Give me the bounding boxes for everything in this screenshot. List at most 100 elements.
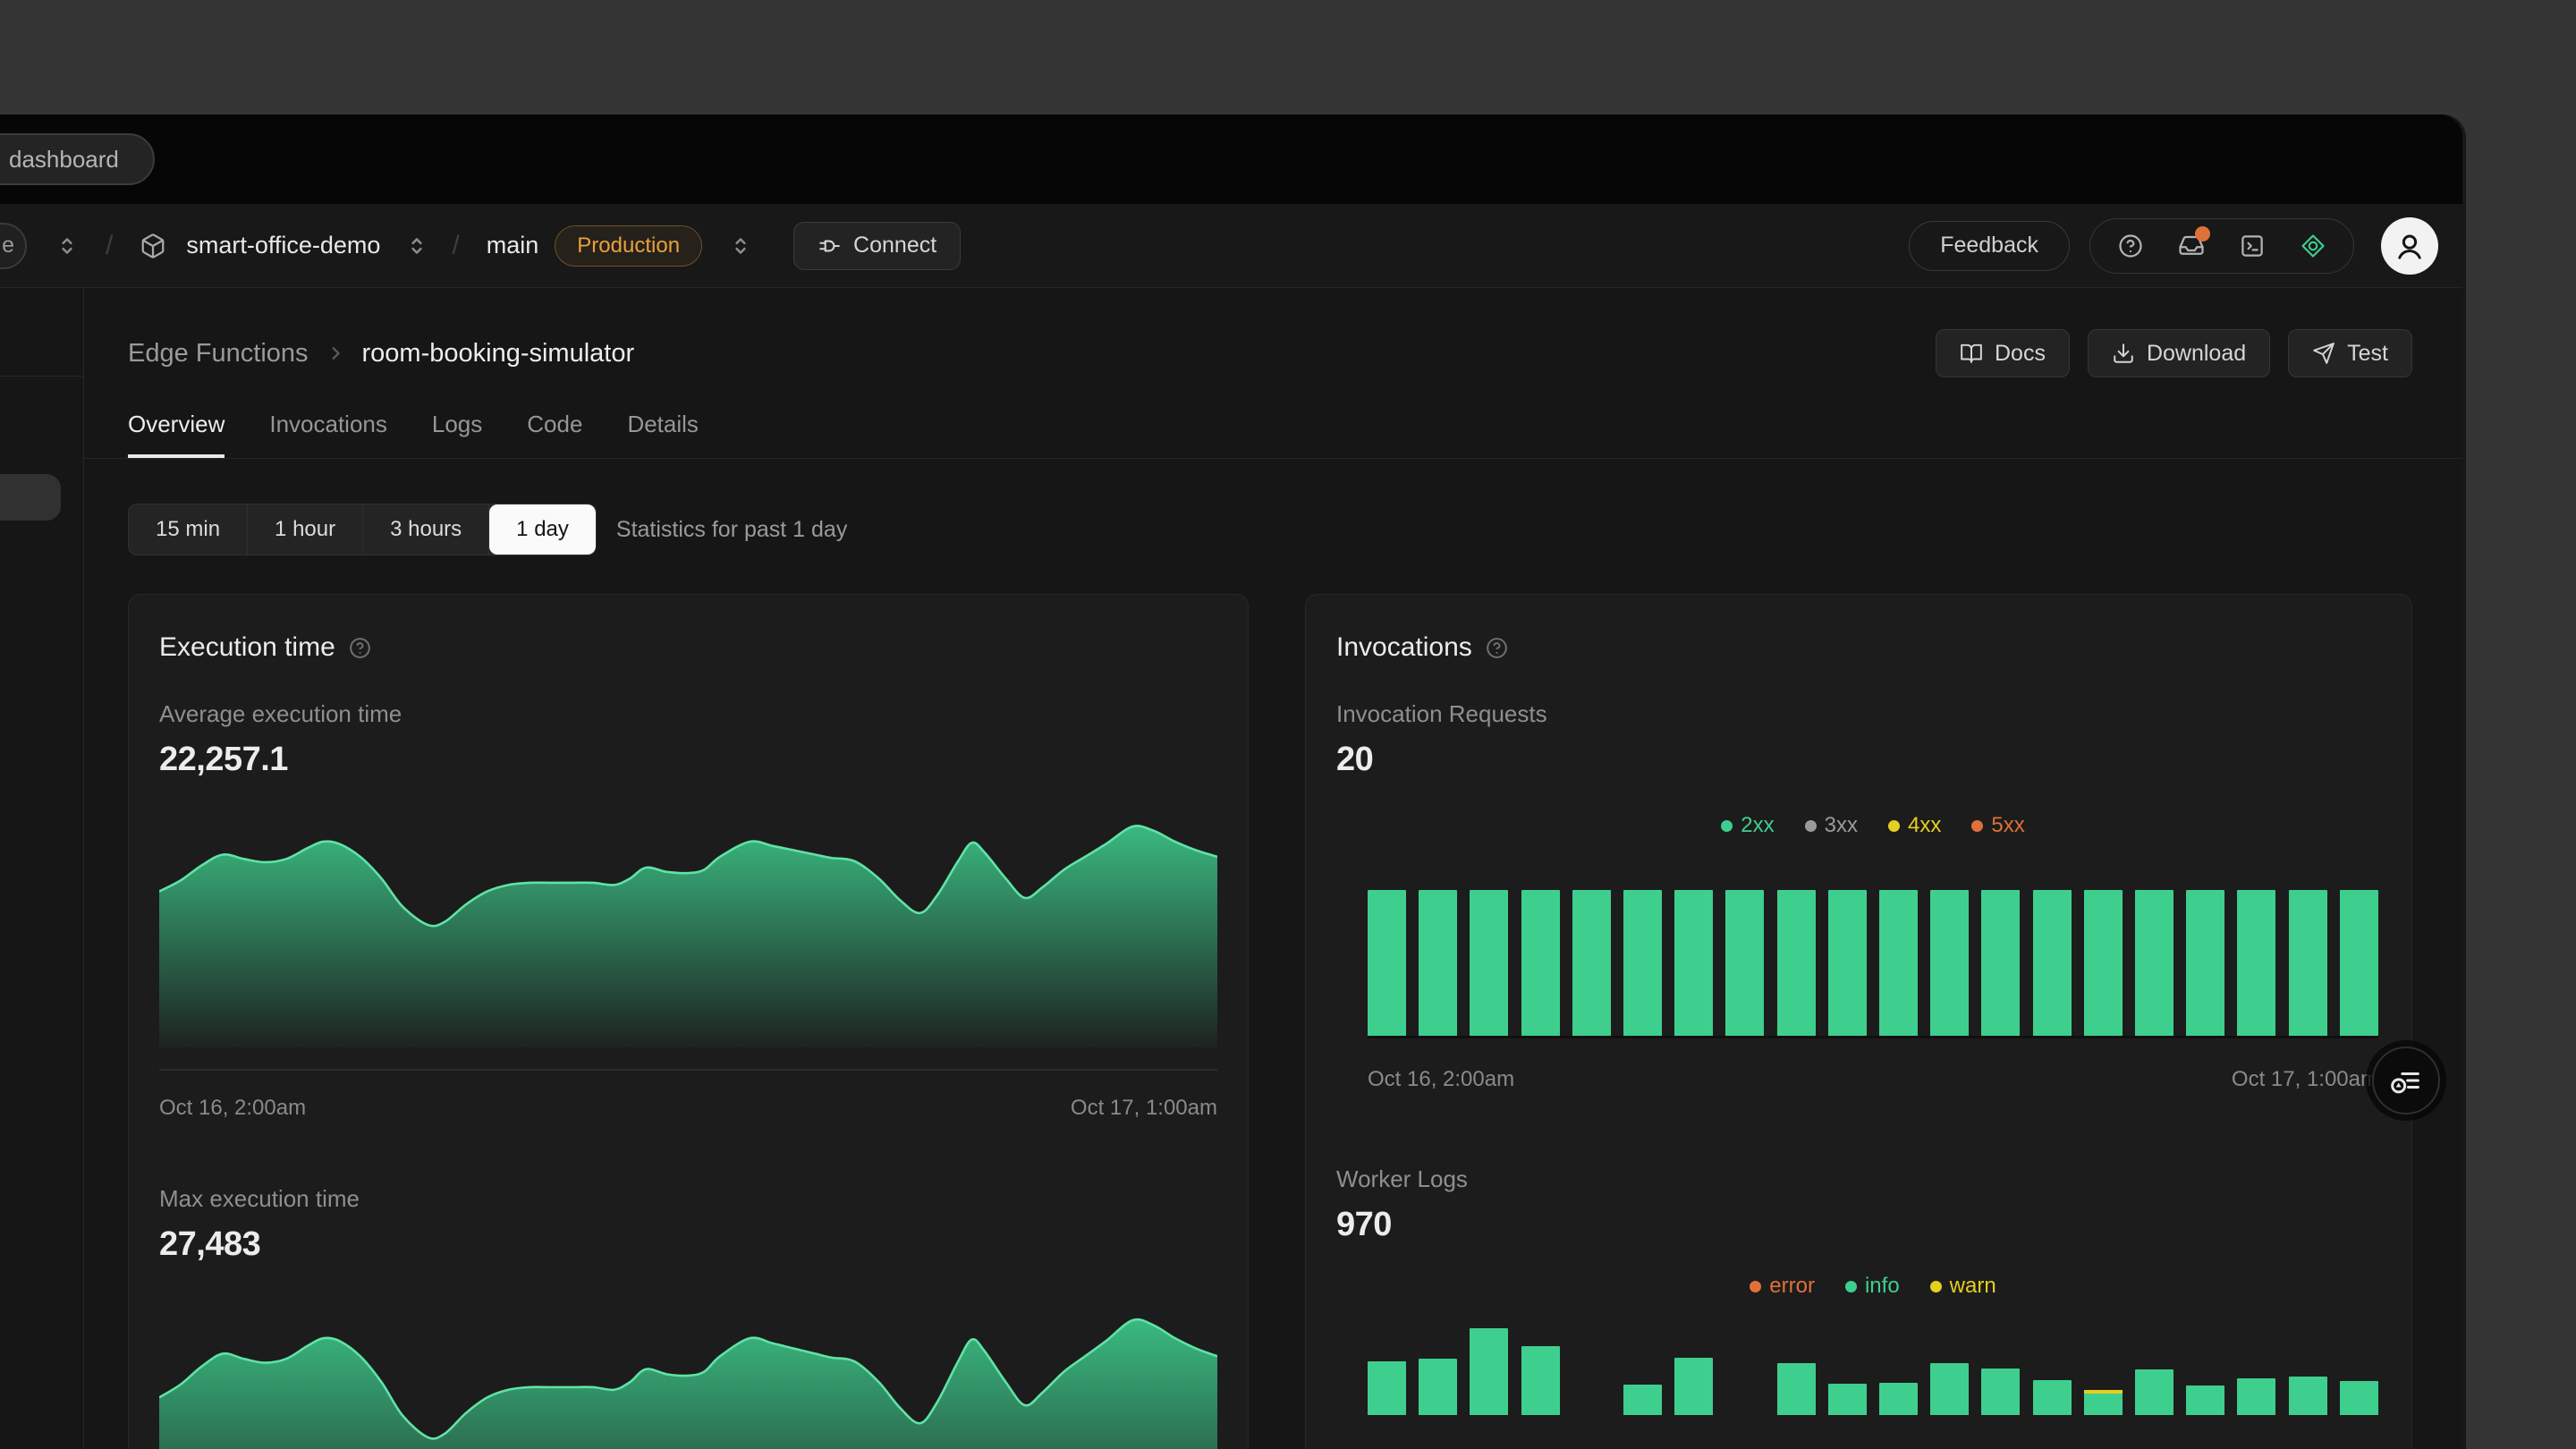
org-menu-pill-cutoff[interactable]: e bbox=[0, 223, 27, 269]
invocation-bar[interactable] bbox=[1470, 890, 1508, 1036]
project-switcher-chevrons-icon[interactable] bbox=[403, 233, 430, 259]
legend-item-3xx[interactable]: 3xx bbox=[1805, 813, 1858, 838]
tab-logs[interactable]: Logs bbox=[432, 411, 482, 458]
time-range-option-3-hours[interactable]: 3 hours bbox=[363, 504, 489, 555]
invocation-bar[interactable] bbox=[1981, 890, 2020, 1036]
breadcrumb-slash-icon: / bbox=[452, 231, 459, 261]
legend-item-5xx[interactable]: 5xx bbox=[1971, 813, 2024, 838]
worker-log-bar[interactable] bbox=[1470, 1328, 1508, 1415]
invocation-bar[interactable] bbox=[1572, 890, 1611, 1036]
avatar[interactable] bbox=[2381, 217, 2438, 275]
worker-log-bar[interactable] bbox=[1828, 1384, 1867, 1415]
browser-tab-label: dashboard bbox=[9, 146, 119, 174]
worker-log-bar[interactable] bbox=[1419, 1359, 1457, 1415]
worker-log-bar[interactable] bbox=[1368, 1361, 1406, 1415]
worker-log-bar[interactable] bbox=[1521, 1346, 1560, 1415]
worker-log-bar[interactable] bbox=[2340, 1381, 2378, 1415]
status-diamond-icon[interactable] bbox=[2300, 233, 2326, 259]
invocation-bar[interactable] bbox=[1828, 890, 1867, 1036]
worker-log-bar[interactable] bbox=[2289, 1377, 2327, 1415]
invocation-bar[interactable] bbox=[1368, 890, 1406, 1036]
time-range-option-15-min[interactable]: 15 min bbox=[129, 504, 248, 555]
worker-log-bar[interactable] bbox=[1777, 1363, 1816, 1415]
invocation-bar[interactable] bbox=[2084, 890, 2123, 1036]
x-axis-end-label: Oct 17, 1:00am bbox=[2232, 1067, 2378, 1092]
invocation-bar[interactable] bbox=[1623, 890, 1662, 1036]
x-axis-start-label: Oct 16, 2:00am bbox=[1368, 1067, 1514, 1092]
x-axis-line bbox=[1368, 1036, 2378, 1038]
worker-log-bar[interactable] bbox=[2237, 1378, 2275, 1415]
book-icon bbox=[1960, 342, 1983, 365]
time-range-option-1-hour[interactable]: 1 hour bbox=[248, 504, 363, 555]
inbox-button[interactable] bbox=[2178, 233, 2205, 259]
invocation-bar[interactable] bbox=[2033, 890, 2072, 1036]
legend-item-error[interactable]: error bbox=[1750, 1274, 1815, 1299]
max-execution-area-chart[interactable] bbox=[159, 1315, 1217, 1449]
max-execution-label: Max execution time bbox=[159, 1185, 1217, 1213]
docs-button[interactable]: Docs bbox=[1936, 329, 2070, 377]
area-chart-svg bbox=[159, 1315, 1217, 1449]
sidebar-top-section bbox=[0, 288, 83, 377]
invocation-bar[interactable] bbox=[2237, 890, 2275, 1036]
browser-tab-dashboard[interactable]: dashboard bbox=[0, 133, 155, 185]
worker-log-bar[interactable] bbox=[2033, 1380, 2072, 1415]
invocation-bar[interactable] bbox=[2186, 890, 2224, 1036]
help-icon[interactable] bbox=[1485, 636, 1509, 660]
terminal-icon[interactable] bbox=[2239, 233, 2266, 259]
tab-details[interactable]: Details bbox=[627, 411, 698, 458]
invocation-bar[interactable] bbox=[1930, 890, 1969, 1036]
invocation-bar[interactable] bbox=[1674, 890, 1713, 1036]
sidebar-item-active[interactable] bbox=[0, 474, 61, 521]
org-switcher-chevrons-icon[interactable] bbox=[54, 233, 80, 259]
worker-log-bar[interactable] bbox=[1981, 1368, 2020, 1415]
invocations-title: Invocations bbox=[1336, 632, 1472, 663]
tab-invocations[interactable]: Invocations bbox=[269, 411, 387, 458]
area-series-fill bbox=[159, 826, 1217, 1047]
download-button[interactable]: Download bbox=[2088, 329, 2270, 377]
legend-label: info bbox=[1865, 1274, 1900, 1299]
time-range-control: 15 min1 hour3 hours1 day bbox=[128, 504, 597, 555]
assistant-fab-button[interactable] bbox=[2372, 1046, 2440, 1114]
top-navigation-bar: e / smart-office-demo / main Production … bbox=[0, 204, 2462, 288]
legend-item-warn[interactable]: warn bbox=[1930, 1274, 1996, 1299]
avg-execution-value: 22,257.1 bbox=[159, 741, 1217, 779]
feedback-button[interactable]: Feedback bbox=[1909, 221, 2070, 271]
invocation-bar[interactable] bbox=[2340, 890, 2378, 1036]
invocation-bar[interactable] bbox=[1879, 890, 1918, 1036]
worker-log-bar[interactable] bbox=[1623, 1385, 1662, 1415]
invocation-bar[interactable] bbox=[1419, 890, 1457, 1036]
tab-overview[interactable]: Overview bbox=[128, 411, 225, 458]
invocation-bar[interactable] bbox=[1725, 890, 1764, 1036]
invocation-bar[interactable] bbox=[1777, 890, 1816, 1036]
legend-item-info[interactable]: info bbox=[1845, 1274, 1900, 1299]
branch-switcher-chevrons-icon[interactable] bbox=[727, 233, 754, 259]
test-button[interactable]: Test bbox=[2288, 329, 2412, 377]
worker-log-bar[interactable] bbox=[1879, 1383, 1918, 1415]
worker-logs-bar-chart[interactable] bbox=[1368, 1328, 2378, 1415]
connect-label: Connect bbox=[853, 233, 936, 258]
invocation-bar[interactable] bbox=[2135, 890, 2174, 1036]
x-axis-line bbox=[159, 1069, 1217, 1071]
worker-log-bar[interactable] bbox=[1930, 1363, 1969, 1415]
worker-log-bar[interactable] bbox=[2084, 1390, 2123, 1415]
breadcrumb-edge-functions[interactable]: Edge Functions bbox=[128, 339, 309, 369]
branch-name[interactable]: main bbox=[487, 232, 539, 259]
invocation-requests-bar-chart[interactable] bbox=[1368, 890, 2378, 1036]
help-icon[interactable] bbox=[348, 636, 372, 660]
avg-execution-area-chart[interactable] bbox=[159, 822, 1217, 1047]
user-icon bbox=[2391, 227, 2428, 265]
worker-log-bar[interactable] bbox=[2135, 1369, 2174, 1415]
help-icon[interactable] bbox=[2117, 233, 2144, 259]
project-name[interactable]: smart-office-demo bbox=[186, 232, 380, 259]
legend-item-2xx[interactable]: 2xx bbox=[1721, 813, 1774, 838]
worker-log-bar[interactable] bbox=[2186, 1385, 2224, 1415]
tab-code[interactable]: Code bbox=[527, 411, 582, 458]
time-range-option-1-day[interactable]: 1 day bbox=[489, 504, 596, 555]
invocation-bar[interactable] bbox=[2289, 890, 2327, 1036]
legend-dot bbox=[1805, 820, 1817, 832]
worker-log-bar[interactable] bbox=[1674, 1358, 1713, 1415]
connect-button[interactable]: Connect bbox=[793, 222, 961, 270]
legend-item-4xx[interactable]: 4xx bbox=[1888, 813, 1941, 838]
download-label: Download bbox=[2147, 341, 2246, 367]
invocation-bar[interactable] bbox=[1521, 890, 1560, 1036]
